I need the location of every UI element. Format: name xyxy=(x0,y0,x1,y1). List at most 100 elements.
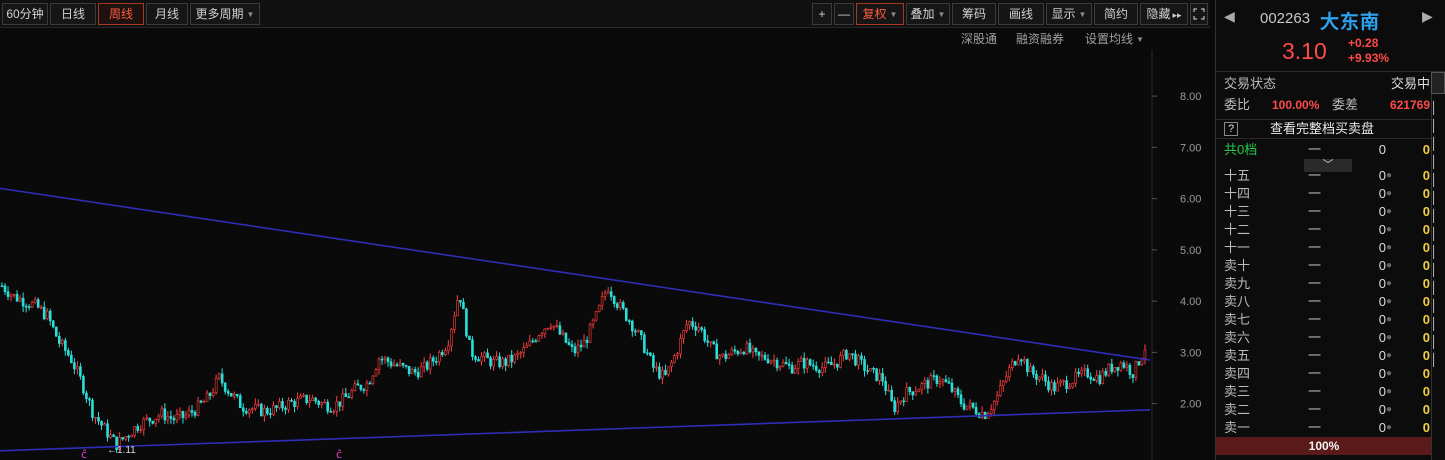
candle-body xyxy=(805,359,809,369)
candle-body xyxy=(989,409,993,414)
ask-level-row[interactable]: 卖二一 0 ● 0 xyxy=(1216,401,1432,419)
candle xyxy=(799,355,803,362)
candle xyxy=(742,350,746,356)
candle-body xyxy=(453,315,456,330)
candle-body xyxy=(329,411,333,413)
candle-body xyxy=(106,423,109,438)
side-strip-glyph: ▏ xyxy=(1433,299,1443,313)
candle xyxy=(748,338,752,354)
ask-level-row[interactable]: 十五一 0 ● 0 xyxy=(1216,167,1432,185)
candle xyxy=(465,307,468,338)
ask-level-row[interactable]: 卖八一 0 ● 0 xyxy=(1216,293,1432,311)
ask-level-row[interactable]: 卖五一 0 ● 0 xyxy=(1216,347,1432,365)
candle-body xyxy=(389,361,393,367)
candle xyxy=(724,350,728,362)
candle-body xyxy=(350,390,354,398)
period-week-button[interactable]: 周线 xyxy=(98,3,144,25)
side-tab-strip[interactable]: ▏ ▏ ▏ ▏ ▏ ▏ ▏ ▏ ▏ ▏ ▏ ▏ ▏ ▏ ▏ xyxy=(1431,72,1445,460)
ask-level-row[interactable]: 卖七一 0 ● 0 xyxy=(1216,311,1432,329)
candle-body xyxy=(6,291,10,297)
ask-level-row[interactable]: 卖四一 0 ● 0 xyxy=(1216,365,1432,383)
shenzhen-connect-link[interactable]: 深股通 xyxy=(961,31,997,47)
candle-body xyxy=(368,382,372,385)
candle xyxy=(618,299,622,311)
margin-trading-link[interactable]: 融资融券 xyxy=(1016,31,1064,47)
side-tab-active[interactable] xyxy=(1431,72,1445,94)
help-icon[interactable]: ? xyxy=(1224,122,1238,136)
candle-body xyxy=(950,382,954,392)
fullscreen-button[interactable] xyxy=(1190,3,1208,25)
zoom-in-button[interactable]: + xyxy=(812,3,832,25)
ask-level-row[interactable]: 卖九一 0 ● 0 xyxy=(1216,275,1432,293)
candle xyxy=(24,303,28,313)
candle-body xyxy=(124,436,127,440)
candle-body xyxy=(133,426,136,436)
candle xyxy=(1083,364,1086,377)
candle xyxy=(410,367,414,374)
ask-price: 一 xyxy=(1308,186,1322,201)
candle-body xyxy=(540,333,544,337)
period-60min-button[interactable]: 60分钟 xyxy=(2,3,48,25)
ask-volume: 0 xyxy=(1378,258,1386,273)
candle-body xyxy=(247,409,251,414)
period-month-button[interactable]: 月线 xyxy=(146,3,188,25)
adjust-dropdown[interactable]: 复权 ▼ xyxy=(856,3,904,25)
candle xyxy=(766,354,770,365)
simple-button[interactable]: 简约 xyxy=(1094,3,1138,25)
candle xyxy=(585,336,589,349)
candle-body xyxy=(549,326,553,329)
candle xyxy=(151,420,155,425)
period-day-button[interactable]: 日线 xyxy=(50,3,96,25)
candle-body xyxy=(1053,382,1056,392)
set-ma-dropdown[interactable]: 设置均线 ▼ xyxy=(1085,31,1144,47)
ask-level-row[interactable]: 十一一 0 ● 0 xyxy=(1216,239,1432,257)
candle xyxy=(760,350,764,361)
candle xyxy=(130,434,133,438)
next-stock-icon[interactable]: ▶ xyxy=(1422,8,1433,25)
ask-level-row[interactable]: 卖十一 0 ● 0 xyxy=(1216,257,1432,275)
candle-body xyxy=(971,402,975,408)
ask-level-row[interactable]: 十二一 0 ● 0 xyxy=(1216,221,1432,239)
full-book-button[interactable]: ? 查看完整档买卖盘 xyxy=(1216,119,1432,139)
more-periods-dropdown[interactable]: 更多周期 ▼ xyxy=(190,3,260,25)
candle-body xyxy=(1077,371,1080,375)
candle xyxy=(326,399,330,415)
kline-chart[interactable]: 8.00 7.00 6.00 5.00 4.00 3.00 2.00 ←1.11 ĉ ĉ xyxy=(0,50,1210,460)
ask-level-row[interactable]: 卖一一 0 ● 0 xyxy=(1216,419,1432,437)
dot-icon: ● xyxy=(1386,224,1393,235)
ask-level-row[interactable]: 卖三一 0 ● 0 xyxy=(1216,383,1432,401)
candle xyxy=(139,425,143,434)
draw-button[interactable]: 画线 xyxy=(998,3,1044,25)
overlay-dropdown[interactable]: 叠加 ▼ xyxy=(906,3,950,25)
prev-stock-icon[interactable]: ◀ xyxy=(1224,8,1235,25)
trendline-lower[interactable] xyxy=(0,408,1151,452)
double-arrow-icon: ▸▸ xyxy=(1172,10,1182,20)
candle xyxy=(911,391,915,400)
candle xyxy=(368,380,372,385)
candle-body xyxy=(33,299,37,303)
candle-body xyxy=(1032,366,1035,375)
trendline-upper[interactable] xyxy=(0,187,1151,361)
ask-level-row[interactable]: 卖六一 0 ● 0 xyxy=(1216,329,1432,347)
candle-body xyxy=(724,353,728,359)
candle-body xyxy=(956,388,960,396)
chips-button[interactable]: 筹码 xyxy=(952,3,996,25)
candle-body xyxy=(516,353,520,356)
display-dropdown[interactable]: 显示 ▼ xyxy=(1046,3,1092,25)
side-strip-glyph: ▏ xyxy=(1433,119,1443,133)
candle-body xyxy=(917,389,921,393)
candle-body xyxy=(287,400,290,410)
event-marker-icon[interactable]: ĉ xyxy=(81,448,87,460)
ask-level-row[interactable]: 十三一 0 ● 0 xyxy=(1216,203,1432,221)
candle-body xyxy=(386,357,390,363)
event-marker-icon[interactable]: ĉ xyxy=(336,448,342,460)
candle xyxy=(929,372,933,389)
candle xyxy=(712,340,716,345)
hide-button[interactable]: 隐藏 ▸▸ xyxy=(1140,3,1188,25)
candle xyxy=(1128,362,1132,379)
dot-icon: ● xyxy=(1386,206,1393,217)
ask-level-row[interactable]: 十四一 0 ● 0 xyxy=(1216,185,1432,203)
candle xyxy=(444,347,447,357)
zoom-out-button[interactable]: — xyxy=(834,3,854,25)
candle-body xyxy=(887,389,890,392)
